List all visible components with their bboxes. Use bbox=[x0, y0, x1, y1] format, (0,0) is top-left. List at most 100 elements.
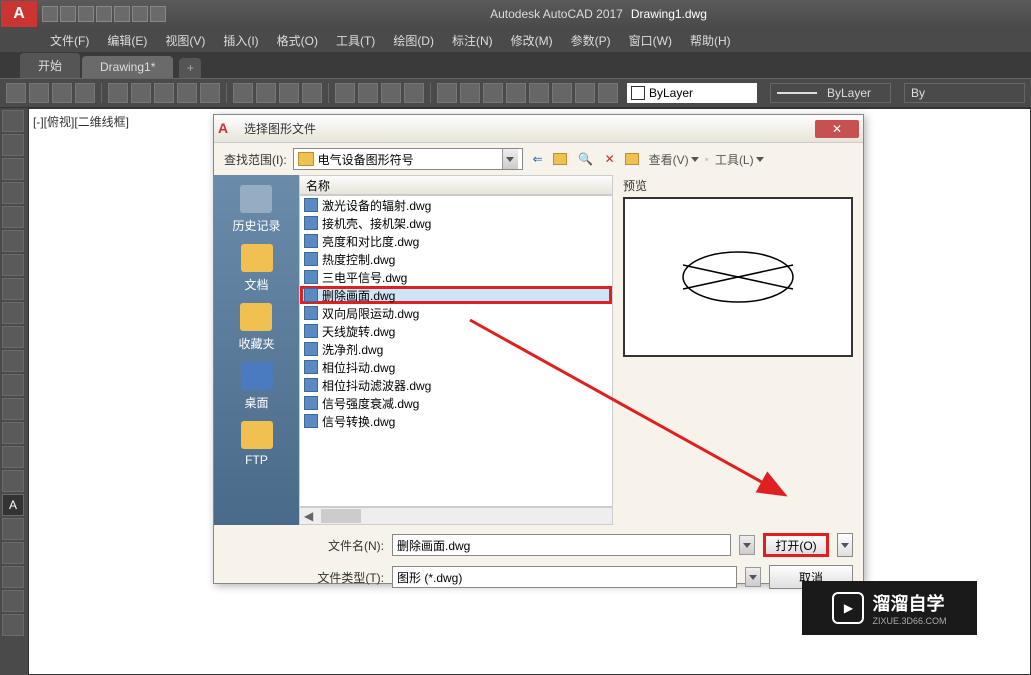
menu-tools[interactable]: 工具(T) bbox=[336, 32, 375, 49]
tool-icon[interactable] bbox=[52, 83, 72, 103]
tool-icon[interactable] bbox=[233, 83, 253, 103]
tool-misc[interactable] bbox=[2, 566, 24, 588]
qat-new-icon[interactable] bbox=[42, 6, 58, 22]
tool-icon[interactable] bbox=[598, 83, 618, 103]
menu-parametric[interactable]: 参数(P) bbox=[571, 32, 611, 49]
filetype-dropdown[interactable]: 图形 (*.dwg) bbox=[392, 566, 737, 588]
bylayer-color[interactable]: ByLayer bbox=[627, 83, 757, 103]
place-docs[interactable]: 文档 bbox=[241, 244, 273, 293]
tool-gradient[interactable] bbox=[2, 422, 24, 444]
file-row[interactable]: 洗净剂.dwg bbox=[300, 340, 612, 358]
tool-icon[interactable] bbox=[302, 83, 322, 103]
qat-redo-icon[interactable] bbox=[150, 6, 166, 22]
filename-input[interactable]: 删除画面.dwg bbox=[392, 534, 731, 556]
tool-icon[interactable] bbox=[279, 83, 299, 103]
new-folder-icon[interactable] bbox=[625, 150, 643, 168]
tool-icon[interactable] bbox=[154, 83, 174, 103]
file-row[interactable]: 激光设备的辐射.dwg bbox=[300, 196, 612, 214]
tool-icon[interactable] bbox=[6, 83, 26, 103]
qat-print-icon[interactable] bbox=[114, 6, 130, 22]
tool-mtext[interactable] bbox=[2, 398, 24, 420]
tool-icon[interactable] bbox=[177, 83, 197, 103]
place-ftp[interactable]: FTP bbox=[241, 421, 273, 467]
tool-ellipse[interactable] bbox=[2, 230, 24, 252]
tool-misc[interactable] bbox=[2, 542, 24, 564]
tool-icon[interactable] bbox=[29, 83, 49, 103]
tool-icon[interactable] bbox=[404, 83, 424, 103]
search-web-icon[interactable]: 🔍 bbox=[577, 150, 595, 168]
file-list-header[interactable]: 名称 bbox=[299, 175, 613, 195]
tool-icon[interactable] bbox=[335, 83, 355, 103]
tool-icon[interactable] bbox=[108, 83, 128, 103]
scroll-thumb[interactable] bbox=[321, 509, 361, 523]
tool-block[interactable] bbox=[2, 326, 24, 348]
tool-icon[interactable] bbox=[131, 83, 151, 103]
filetype-dropdown-arrow[interactable] bbox=[745, 567, 761, 587]
file-row[interactable]: 热度控制.dwg bbox=[300, 250, 612, 268]
place-desktop[interactable]: 桌面 bbox=[241, 362, 273, 411]
delete-icon[interactable]: ✕ bbox=[601, 150, 619, 168]
menu-file[interactable]: 文件(F) bbox=[50, 32, 89, 49]
file-row[interactable]: 亮度和对比度.dwg bbox=[300, 232, 612, 250]
file-row-selected[interactable]: 删除画面.dwg bbox=[300, 286, 612, 304]
tool-icon[interactable] bbox=[529, 83, 549, 103]
filename-dropdown-arrow[interactable] bbox=[739, 535, 755, 555]
tool-icon[interactable] bbox=[256, 83, 276, 103]
menu-modify[interactable]: 修改(M) bbox=[511, 32, 553, 49]
tool-icon[interactable] bbox=[358, 83, 378, 103]
tool-misc[interactable] bbox=[2, 590, 24, 612]
tool-misc[interactable] bbox=[2, 614, 24, 636]
file-row[interactable]: 信号转换.dwg bbox=[300, 412, 612, 430]
tool-table[interactable] bbox=[2, 374, 24, 396]
view-menu-button[interactable]: 查看(V) bbox=[649, 151, 699, 168]
horizontal-scrollbar[interactable]: ◀ bbox=[299, 507, 613, 525]
qat-saveas-icon[interactable] bbox=[96, 6, 112, 22]
tool-icon[interactable] bbox=[437, 83, 457, 103]
qat-open-icon[interactable] bbox=[60, 6, 76, 22]
menu-help[interactable]: 帮助(H) bbox=[690, 32, 731, 49]
tab-add-button[interactable]: + bbox=[179, 58, 201, 78]
tool-icon[interactable] bbox=[506, 83, 526, 103]
open-dropdown-arrow[interactable] bbox=[837, 533, 853, 557]
file-row[interactable]: 相位抖动滤波器.dwg bbox=[300, 376, 612, 394]
menu-format[interactable]: 格式(O) bbox=[277, 32, 318, 49]
tools-menu-button[interactable]: 工具(L) bbox=[715, 151, 764, 168]
file-row[interactable]: 天线旋转.dwg bbox=[300, 322, 612, 340]
tool-region[interactable] bbox=[2, 350, 24, 372]
tool-arc[interactable] bbox=[2, 182, 24, 204]
tool-point[interactable] bbox=[2, 302, 24, 324]
tool-icon[interactable] bbox=[552, 83, 572, 103]
tool-revcloud[interactable] bbox=[2, 470, 24, 492]
menu-window[interactable]: 窗口(W) bbox=[629, 32, 672, 49]
place-favorites[interactable]: 收藏夹 bbox=[238, 303, 274, 352]
tool-circle[interactable] bbox=[2, 158, 24, 180]
tool-spline[interactable] bbox=[2, 278, 24, 300]
qat-save-icon[interactable] bbox=[78, 6, 94, 22]
viewport-label[interactable]: [-][俯视][二维线框] bbox=[33, 113, 129, 130]
tool-hatch[interactable] bbox=[2, 254, 24, 276]
file-row[interactable]: 信号强度衰减.dwg bbox=[300, 394, 612, 412]
file-row[interactable]: 三电平信号.dwg bbox=[300, 268, 612, 286]
tool-misc[interactable] bbox=[2, 518, 24, 540]
tool-icon[interactable] bbox=[575, 83, 595, 103]
look-in-dropdown[interactable]: 电气设备图形符号 bbox=[293, 148, 523, 170]
menu-insert[interactable]: 插入(I) bbox=[223, 32, 258, 49]
tool-polyline[interactable] bbox=[2, 134, 24, 156]
menu-view[interactable]: 视图(V) bbox=[165, 32, 205, 49]
tool-icon[interactable] bbox=[381, 83, 401, 103]
file-row[interactable]: 相位抖动.dwg bbox=[300, 358, 612, 376]
menu-draw[interactable]: 绘图(D) bbox=[393, 32, 434, 49]
file-row[interactable]: 双向局限运动.dwg bbox=[300, 304, 612, 322]
file-list[interactable]: 激光设备的辐射.dwg 接机壳、接机架.dwg 亮度和对比度.dwg 热度控制.… bbox=[299, 195, 613, 507]
dialog-titlebar[interactable]: A 选择图形文件 ✕ bbox=[214, 115, 863, 143]
tab-start[interactable]: 开始 bbox=[20, 53, 80, 78]
menu-dimension[interactable]: 标注(N) bbox=[452, 32, 493, 49]
close-button[interactable]: ✕ bbox=[815, 120, 859, 138]
file-row[interactable]: 接机壳、接机架.dwg bbox=[300, 214, 612, 232]
place-history[interactable]: 历史记录 bbox=[232, 185, 280, 234]
open-button[interactable]: 打开(O) bbox=[763, 533, 829, 557]
tool-rectangle[interactable] bbox=[2, 206, 24, 228]
qat-undo-icon[interactable] bbox=[132, 6, 148, 22]
tool-text[interactable]: A bbox=[2, 494, 24, 516]
up-folder-icon[interactable] bbox=[553, 150, 571, 168]
